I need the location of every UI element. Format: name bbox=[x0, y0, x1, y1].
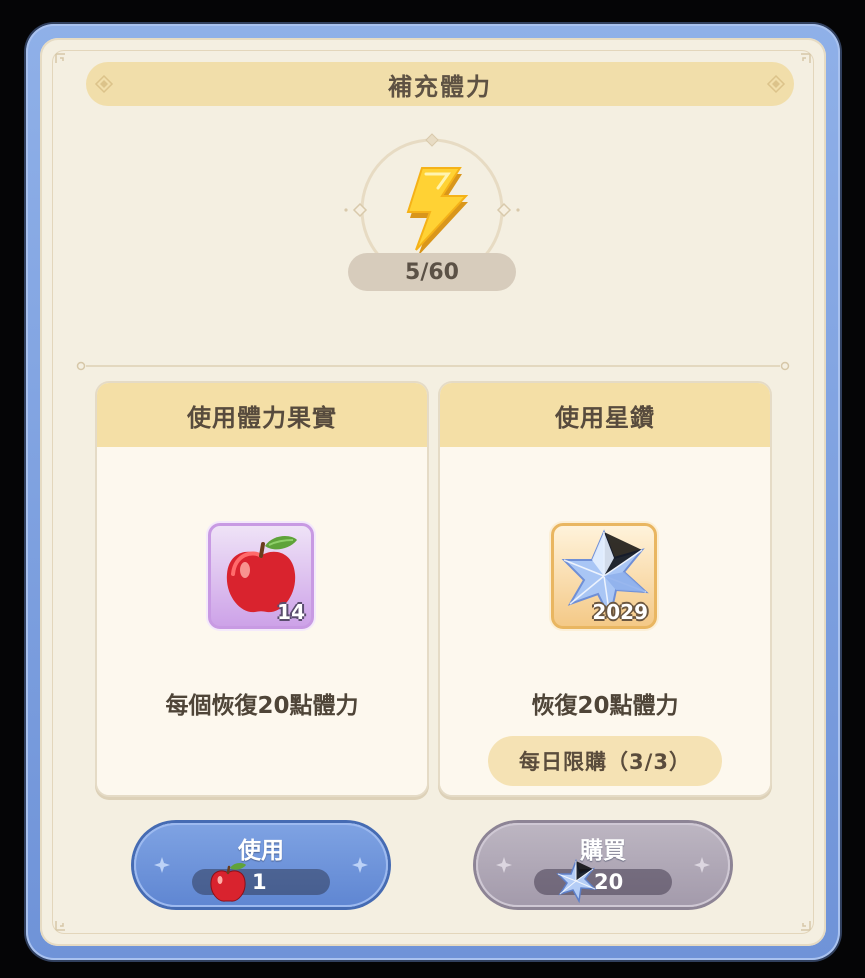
buy-with-diamond-button[interactable]: 購買 20 bbox=[476, 823, 730, 907]
diamond-description: 恢復20點體力 bbox=[531, 693, 679, 719]
diamond-ornament-icon bbox=[766, 74, 786, 94]
corner-ornament-icon bbox=[55, 921, 65, 931]
buy-button-label: 購買 bbox=[580, 838, 626, 864]
apple-icon bbox=[210, 863, 246, 902]
daily-limit-badge: 每日限購（3/3） bbox=[488, 736, 722, 786]
fruit-item-count: 14 bbox=[277, 600, 305, 624]
fruit-card-header: 使用體力果實 bbox=[97, 383, 427, 447]
corner-ornament-icon bbox=[801, 53, 811, 63]
fruit-item-slot: 14 bbox=[208, 523, 314, 629]
use-fruit-button[interactable]: 使用 1 bbox=[134, 823, 388, 907]
corner-ornament-icon bbox=[801, 921, 811, 931]
buy-cost-value: 20 bbox=[594, 870, 624, 894]
energy-counter: 5/60 bbox=[348, 253, 516, 291]
diamond-item-slot: 2029 bbox=[551, 523, 657, 629]
diamond-ornament-icon bbox=[94, 74, 114, 94]
diamond-card-header: 使用星鑽 bbox=[440, 383, 770, 447]
use-cost-value: 1 bbox=[252, 870, 267, 894]
fruit-description: 每個恢復20點體力 bbox=[165, 693, 359, 719]
star-diamond-icon bbox=[556, 859, 597, 903]
dialog-title-bar: 補充體力 bbox=[86, 62, 794, 106]
diamond-item-count: 2029 bbox=[592, 600, 648, 624]
use-button-label: 使用 bbox=[238, 838, 284, 864]
corner-ornament-icon bbox=[55, 53, 65, 63]
section-divider bbox=[76, 361, 790, 371]
dialog-title: 補充體力 bbox=[388, 72, 492, 101]
